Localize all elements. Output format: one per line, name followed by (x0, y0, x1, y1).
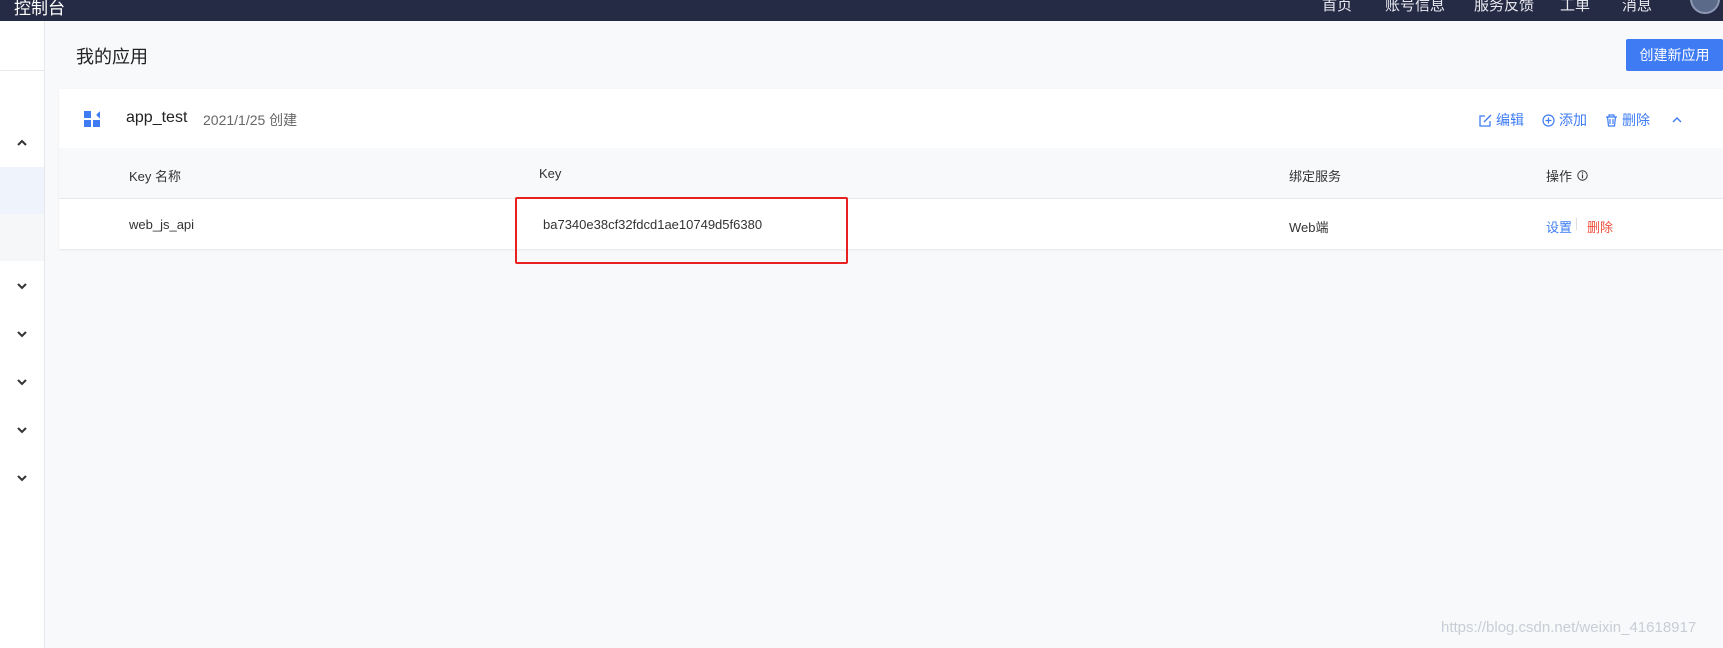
column-operations-label: 操作 (1546, 169, 1573, 184)
app-actions: 编辑 添加 删除 (1479, 110, 1684, 130)
column-key: Key (539, 166, 562, 181)
delete-app-button[interactable]: 删除 (1605, 110, 1650, 130)
watermark: https://blog.csdn.net/weixin_41618917 (1441, 619, 1697, 636)
bound-service-cell: Web端 (1289, 220, 1329, 235)
table-row: web_js_api ba7340e38cf32fdcd1ae10749d5f6… (59, 199, 1723, 249)
column-key-name: Key 名称 (129, 169, 182, 184)
trash-icon (1606, 113, 1617, 127)
op-divider (1576, 218, 1577, 230)
table-header: Key 名称 Key 绑定服务 操作 (59, 148, 1723, 199)
edit-icon (1479, 114, 1492, 127)
page-title: 我的应用 (76, 47, 148, 67)
app-created-date: 2021/1/25 创建 (203, 112, 298, 128)
key-name-cell: web_js_api (129, 217, 195, 232)
create-app-button[interactable]: 创建新应用 (1626, 39, 1723, 71)
console-brand[interactable]: 控制台 (14, 0, 65, 19)
info-icon[interactable] (1577, 170, 1588, 181)
app-grid-icon (84, 111, 100, 127)
column-operations: 操作 (1546, 166, 1588, 185)
column-bound-service: 绑定服务 (1289, 169, 1342, 184)
nav-home[interactable]: 首页 (1322, 0, 1352, 15)
sidebar-divider (0, 70, 44, 71)
app-name: app_test (126, 109, 188, 126)
edit-label: 编辑 (1496, 112, 1524, 128)
key-delete-link[interactable]: 删除 (1587, 217, 1613, 236)
chevron-down-icon[interactable] (14, 328, 30, 340)
nav-messages[interactable]: 消息 (1622, 0, 1652, 15)
chevron-down-icon[interactable] (14, 424, 30, 436)
add-key-button[interactable]: 添加 (1542, 110, 1587, 130)
key-settings-link[interactable]: 设置 (1546, 217, 1572, 236)
highlight-box (515, 197, 848, 264)
nav-tickets[interactable]: 工单 (1560, 0, 1590, 15)
app-card-header: app_test 2021/1/25 创建 编辑 添加 删除 (59, 89, 1723, 148)
collapse-chevron-icon[interactable] (1670, 115, 1684, 125)
nav-feedback[interactable]: 服务反馈 (1474, 0, 1534, 15)
chevron-down-icon[interactable] (14, 472, 30, 484)
plus-circle-icon (1542, 113, 1555, 127)
chevron-up-icon[interactable] (14, 137, 30, 149)
sidebar (0, 21, 45, 648)
sidebar-item[interactable] (0, 214, 44, 261)
chevron-down-icon[interactable] (14, 376, 30, 388)
edit-app-button[interactable]: 编辑 (1479, 110, 1524, 130)
top-navbar: 控制台 首页 账号信息 服务反馈 工单 消息 (0, 0, 1723, 21)
sidebar-item-active[interactable] (0, 167, 44, 214)
nav-account-info[interactable]: 账号信息 (1385, 0, 1445, 15)
app-card: app_test 2021/1/25 创建 编辑 添加 删除 Key 名称 Ke… (59, 89, 1723, 249)
add-label: 添加 (1559, 112, 1587, 128)
delete-label: 删除 (1622, 112, 1650, 128)
user-avatar[interactable] (1690, 0, 1720, 14)
chevron-down-icon[interactable] (14, 280, 30, 292)
